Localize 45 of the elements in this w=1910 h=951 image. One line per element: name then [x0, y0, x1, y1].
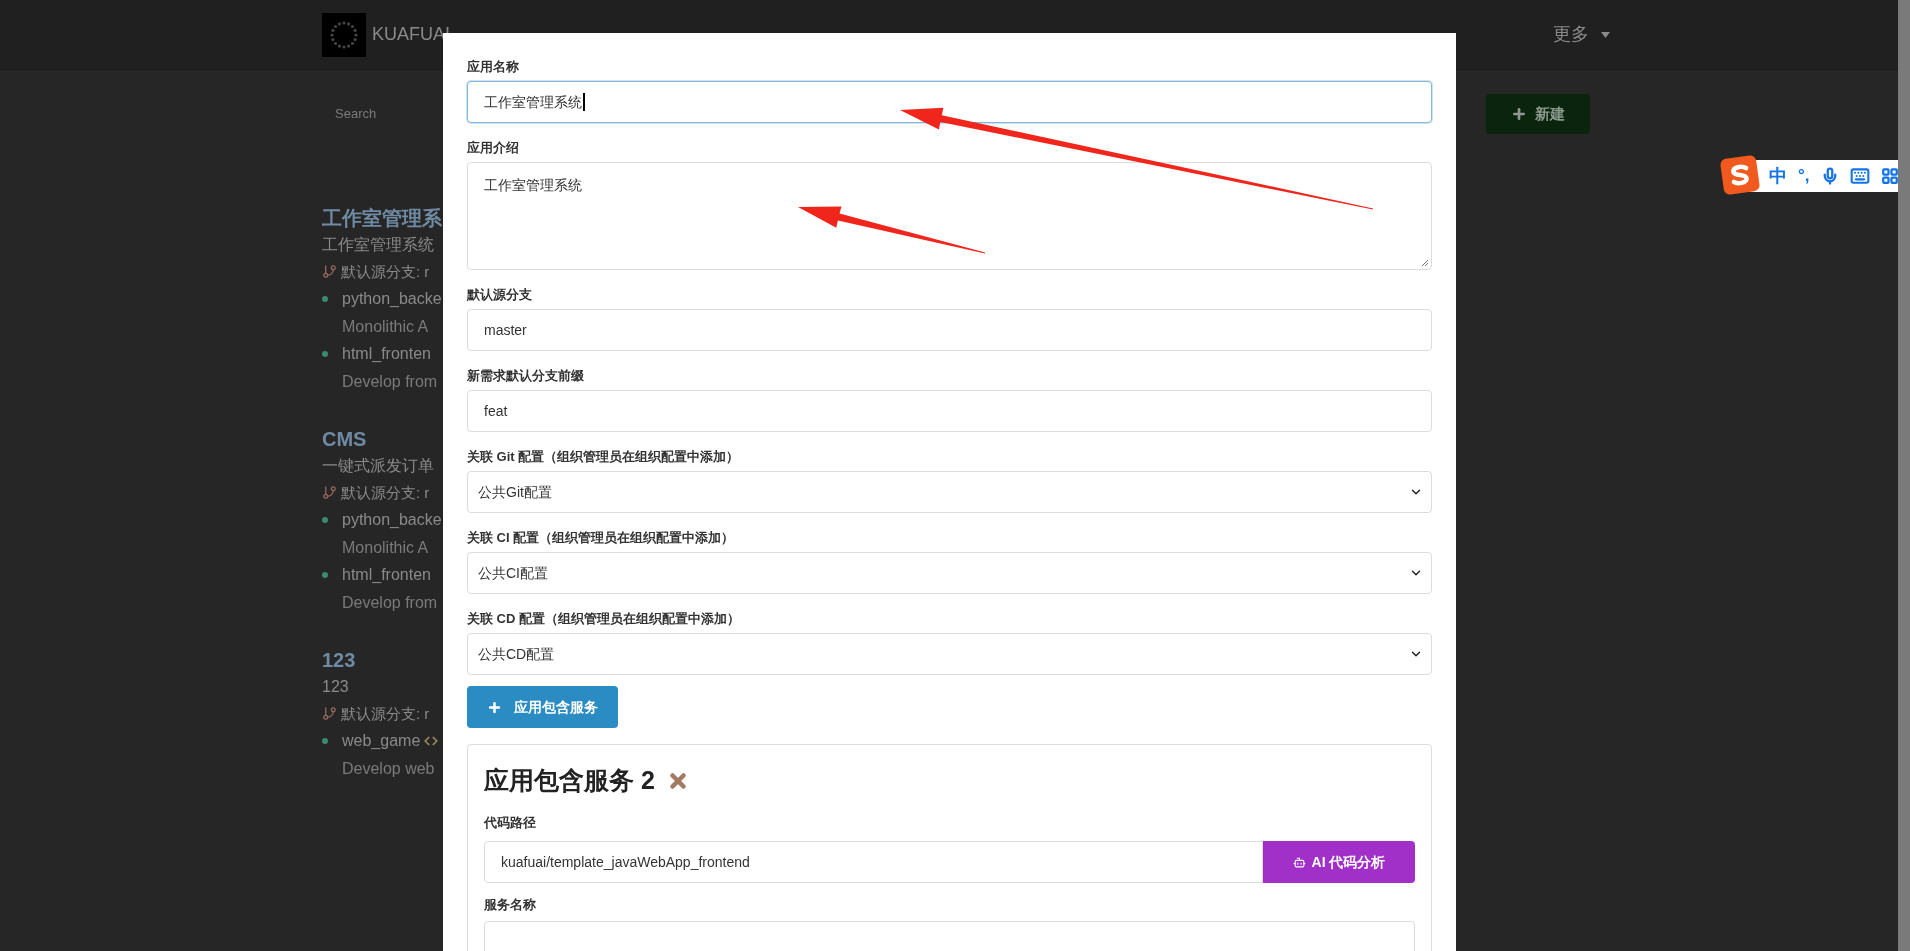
field-label: 服务名称 — [484, 896, 537, 914]
punctuation-mode[interactable]: °, — [1798, 163, 1810, 189]
select-dropdown[interactable]: 公共CD配置 — [467, 633, 1432, 675]
default-branch: 默认源分支: r — [341, 704, 430, 724]
service-note: Develop web — [341, 759, 436, 779]
add-service-button[interactable]: 应用包含服务 — [467, 686, 618, 728]
field-label: 默认源分支 — [467, 286, 533, 304]
field-label: 关联 CI 配置（组织管理员在组织配置中添加） — [467, 529, 736, 547]
service-note: Monolithic A — [341, 538, 430, 558]
app-title[interactable]: 工作室管理系 — [322, 204, 442, 232]
service-name: html_fronten — [342, 344, 431, 364]
service-name: web_game — [342, 731, 421, 751]
ai-analyze-button[interactable]: AI 代码分析 — [1263, 841, 1415, 883]
brand-name: KUAFUAI — [372, 23, 450, 46]
field-label: 新需求默认分支前缀 — [467, 367, 585, 385]
input-field[interactable]: master — [467, 309, 1432, 351]
app-title[interactable]: 123 — [322, 646, 442, 674]
input-mode[interactable]: 中 — [1769, 162, 1787, 190]
textarea-field[interactable]: 工作室管理系统 — [467, 162, 1432, 270]
app-description: 123 — [322, 677, 350, 697]
service-note: Monolithic A — [341, 317, 430, 337]
field-label: 应用介绍 — [467, 139, 520, 157]
service-name: html_fronten — [342, 565, 431, 585]
app-description: 一键式派发订单 — [322, 456, 435, 476]
service-name: python_backe — [342, 510, 442, 530]
input-field[interactable]: 工作室管理系统 — [467, 81, 1432, 123]
service-note: Develop from — [341, 372, 439, 392]
input-field[interactable]: feat — [467, 390, 1432, 432]
field-label: 代码路径 — [484, 814, 537, 832]
new-button[interactable]: 新建 — [1486, 94, 1590, 134]
default-branch: 默认源分支: r — [341, 262, 430, 282]
field-label: 应用名称 — [467, 58, 520, 76]
select-dropdown[interactable]: 公共CI配置 — [467, 552, 1432, 594]
field-label: 关联 Git 配置（组织管理员在组织配置中添加） — [467, 448, 741, 466]
input-field[interactable]: kuafuai/template_javaWebApp_frontend — [484, 841, 1263, 883]
search-field[interactable]: Search — [335, 104, 377, 124]
select-dropdown[interactable]: 公共Git配置 — [467, 471, 1432, 513]
service-title: 应用包含服务 2 — [484, 765, 655, 797]
app-description: 工作室管理系统 — [322, 235, 435, 255]
field-label: 关联 CD 配置（组织管理员在组织配置中添加） — [467, 610, 741, 628]
app-title[interactable]: CMS — [322, 425, 442, 453]
default-branch: 默认源分支: r — [341, 483, 430, 503]
service-name: python_backe — [342, 289, 442, 309]
more-menu[interactable]: 更多 — [1553, 21, 1589, 48]
service-note: Develop from — [341, 593, 439, 613]
